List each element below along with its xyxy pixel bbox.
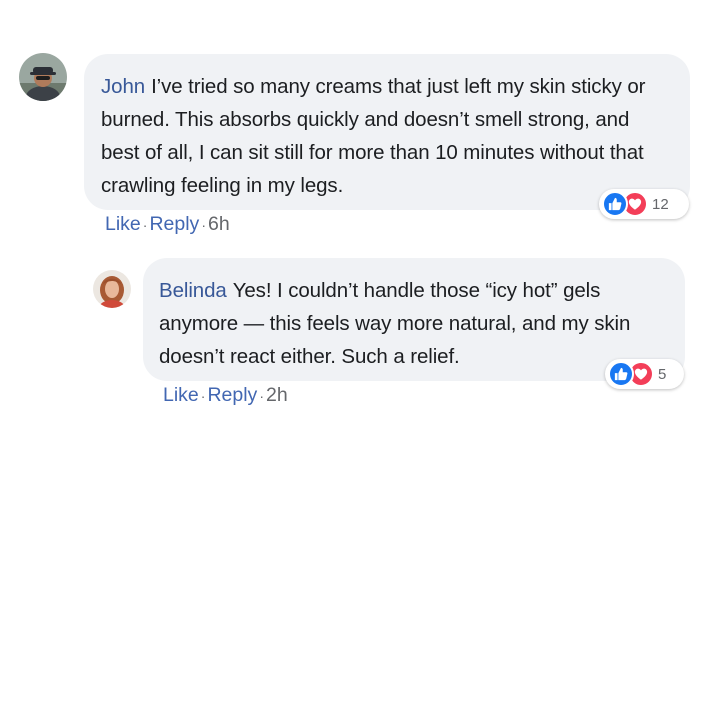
comment-john: John I’ve tried so many creams that just … <box>0 0 710 250</box>
like-link[interactable]: Like <box>163 384 199 406</box>
comment-text: I’ve tried so many creams that just left… <box>101 75 646 197</box>
comment-bubble: John I’ve tried so many creams that just … <box>84 54 690 210</box>
comment-actions: Like · Reply · 2h <box>163 384 288 407</box>
reply-link[interactable]: Reply <box>207 384 257 406</box>
reaction-count: 12 <box>652 195 669 213</box>
avatar-john[interactable] <box>19 53 67 101</box>
comment-belinda: Belinda Yes! I couldn’t handle those “icy… <box>0 250 710 420</box>
comment-author[interactable]: Belinda <box>159 279 227 302</box>
reaction-count: 5 <box>658 365 667 383</box>
action-separator: · <box>200 388 206 404</box>
like-link[interactable]: Like <box>105 213 141 235</box>
reaction-summary[interactable]: 5 <box>605 359 684 389</box>
comment-actions: Like · Reply · 6h <box>105 213 230 236</box>
action-separator: · <box>201 217 206 233</box>
reaction-summary[interactable]: 12 <box>599 189 689 219</box>
thumbs-up-icon <box>602 191 628 217</box>
reply-link[interactable]: Reply <box>149 213 199 235</box>
comment-text: Yes! I couldn’t handle those “icy hot” g… <box>159 279 631 368</box>
comment-timestamp[interactable]: 6h <box>208 213 230 235</box>
comment-timestamp[interactable]: 2h <box>266 384 288 406</box>
action-separator: · <box>142 217 148 233</box>
comment-author[interactable]: John <box>101 75 145 98</box>
comment-bubble: Belinda Yes! I couldn’t handle those “icy… <box>143 258 685 381</box>
action-separator: · <box>259 388 264 404</box>
thumbs-up-icon <box>608 361 634 387</box>
avatar-belinda[interactable] <box>93 270 131 308</box>
